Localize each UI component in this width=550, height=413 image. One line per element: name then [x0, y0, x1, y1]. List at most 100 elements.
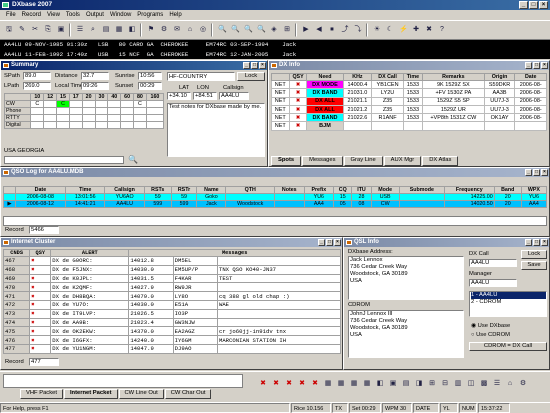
toolbar-icon[interactable]: 🔍 — [243, 24, 253, 34]
band-mode-cell[interactable]: C — [30, 100, 45, 108]
band-mode-cell[interactable] — [56, 107, 70, 115]
band-mode-cell[interactable] — [107, 100, 122, 108]
band-mode-cell[interactable] — [43, 114, 58, 122]
cluster-row[interactable]: 475 ✖ DX de OK2EKW: 14370.0 EA2AGZ cr jo60jj-… — [2, 326, 342, 337]
band-mode-cell[interactable] — [107, 121, 122, 129]
bottom-toolbar-icon[interactable]: ✖ — [258, 378, 268, 388]
terminal-tab[interactable]: CW Line Out — [118, 389, 164, 399]
column-header[interactable]: CNDS — [2, 249, 31, 257]
cluster-record-field[interactable]: 477 — [29, 358, 59, 366]
dxinfo-row[interactable]: NET ✖ DX MODE 14000.4 YB1CEN 1533 9K 1529Z SX S… — [271, 79, 547, 90]
qsolog-record-field[interactable]: 5466 — [29, 226, 59, 234]
toolbar-icon[interactable]: ✖ — [424, 24, 434, 34]
toolbar-icon[interactable]: ◀ — [314, 24, 324, 34]
close-button[interactable]: × — [541, 169, 548, 176]
column-header[interactable]: Remarks — [422, 73, 485, 81]
bottom-toolbar-icon[interactable]: ▦ — [362, 378, 372, 388]
band-mode-cell[interactable] — [81, 100, 96, 108]
toolbar-icon[interactable]: ⎘ — [43, 24, 53, 34]
band-mode-cell[interactable] — [94, 107, 109, 115]
bottom-toolbar-icon[interactable]: ⊞ — [427, 378, 437, 388]
band-mode-cell[interactable] — [120, 100, 135, 108]
list-item[interactable]: 2 - CDROM — [471, 299, 546, 306]
column-header[interactable]: Messages — [128, 249, 341, 257]
dxinfo-tab[interactable]: Gray Line — [343, 156, 383, 166]
bottom-toolbar-icon[interactable]: ✖ — [271, 378, 281, 388]
bottom-toolbar-icon[interactable]: ⚙ — [518, 378, 528, 388]
column-header[interactable]: Time — [65, 186, 106, 194]
toolbar-icon[interactable]: ⌂ — [185, 24, 195, 34]
menu-output[interactable]: Output — [83, 10, 107, 20]
minimize-button[interactable]: _ — [243, 62, 250, 69]
dxinfo-tab[interactable]: AUX Mgr — [383, 156, 422, 166]
cluster-row[interactable]: 470 ✖ DX de K2QMF: 14027.9 RW9JR — [2, 282, 342, 293]
band-mode-cell[interactable] — [145, 114, 165, 122]
column-header[interactable]: Name — [196, 186, 227, 194]
bottom-toolbar-icon[interactable]: ✖ — [297, 378, 307, 388]
dxinfo-row[interactable]: NET ✖ DX BAND 21022.6 R1ANF 1533 +VP8th 1531Z … — [271, 113, 547, 123]
bottom-toolbar-icon[interactable]: ▦ — [323, 378, 333, 388]
callsign-search-input[interactable] — [4, 156, 124, 164]
band-mode-cell[interactable] — [30, 114, 45, 122]
column-header[interactable]: Date — [14, 186, 67, 194]
band-mode-cell[interactable] — [94, 121, 109, 129]
bottom-toolbar-icon[interactable]: ▣ — [388, 378, 398, 388]
toolbar-icon[interactable]: ? — [437, 24, 447, 34]
toolbar-icon[interactable]: ⚑ — [146, 24, 156, 34]
band-mode-cell[interactable] — [94, 114, 109, 122]
cluster-row[interactable]: 471 ✖ DX de DH8BQA: 14079.0 LY8O cq 388 gl ol… — [2, 291, 342, 301]
bottom-toolbar-icon[interactable]: ⌂ — [505, 378, 515, 388]
band-mode-cell[interactable] — [68, 107, 83, 115]
terminal-tab[interactable]: VHF Packet — [20, 389, 63, 399]
toolbar-icon[interactable]: ✉ — [172, 24, 182, 34]
menu-file[interactable]: File — [3, 10, 19, 20]
terminal-tab[interactable]: CW Char Out — [164, 389, 212, 399]
column-header[interactable]: RSTr — [170, 186, 198, 194]
menu-view[interactable]: View — [44, 10, 63, 20]
dxinfo-row[interactable]: NET ✖ DX BAND 21031.0 LY2U 1533 +FV 1530Z PA AA… — [271, 88, 547, 98]
bottom-toolbar-icon[interactable]: ✖ — [284, 378, 294, 388]
close-button[interactable]: × — [259, 62, 266, 69]
dxbase-address-field[interactable]: Jack Lennox 736 Cedar Creek Way Woodstock,… — [348, 256, 464, 300]
toolbar-icon[interactable]: ▶ — [301, 24, 311, 34]
dxinfo-row[interactable]: NET ✖ BJM — [271, 121, 547, 131]
minimize-button[interactable]: _ — [318, 239, 325, 246]
band-mode-cell[interactable] — [43, 121, 58, 129]
bottom-toolbar-icon[interactable]: ▦ — [336, 378, 346, 388]
bottom-toolbar-icon[interactable]: ▥ — [453, 378, 463, 388]
bottom-toolbar-icon[interactable]: ◨ — [414, 378, 424, 388]
maximize-button[interactable]: □ — [533, 169, 540, 176]
menu-help[interactable]: Help — [166, 10, 184, 20]
column-header[interactable]: Need — [306, 73, 344, 81]
qsl-lock-button[interactable]: Lock — [521, 250, 547, 259]
notes-textarea[interactable]: Test notes for DXbase made by me. — [167, 103, 265, 157]
toolbar-icon[interactable]: ✎ — [17, 24, 27, 34]
column-header[interactable] — [271, 73, 290, 81]
band-mode-cell[interactable] — [43, 100, 58, 108]
spot-line[interactable]: AA4LU 09-NOV-1985 01:30z LSB 80 CARO GA … — [4, 40, 550, 50]
country-select[interactable]: HF-COUNTRY — [167, 72, 235, 81]
dxinfo-tab[interactable]: DX Atlas — [422, 156, 459, 166]
close-button[interactable]: × — [541, 62, 548, 69]
lock-button[interactable]: Lock — [237, 72, 265, 81]
cluster-row[interactable]: 473 ✖ DX de IT9LVP: 21026.5 IO3P — [2, 308, 342, 319]
packet-terminal-area[interactable] — [3, 374, 243, 388]
callsign-field[interactable]: AA4LU — [219, 92, 249, 100]
toolbar-icon[interactable]: ⤵ — [353, 24, 363, 34]
toolbar-icon[interactable]: ✂ — [30, 24, 40, 34]
maximize-button[interactable]: □ — [533, 62, 540, 69]
column-header[interactable]: WPX — [520, 186, 548, 194]
binoculars-icon[interactable]: 🔍 — [128, 155, 138, 164]
dxinfo-row[interactable]: NET ✖ DX ALL 21021.2 Z35 1533 1529Z UR UU7J-3 20… — [271, 104, 547, 115]
band-mode-cell[interactable]: C — [133, 100, 147, 108]
band-mode-cell[interactable] — [145, 107, 165, 115]
qsl-source-list[interactable]: 1 - AA4LU 2 - CDROM — [469, 291, 547, 317]
toolbar-icon[interactable]: ⚙ — [159, 24, 169, 34]
band-mode-cell[interactable] — [120, 107, 135, 115]
qsolog-row[interactable]: ▶ 2006-08-12 14:41:21 AA4LU 599 599 Jack Woodst… — [3, 200, 548, 208]
toolbar-icon[interactable]: ☰ — [75, 24, 85, 34]
cluster-row[interactable]: 467 ✖ DX de G0ORC: 14012.8 DM5EL — [2, 256, 342, 266]
band-mode-cell[interactable] — [30, 121, 45, 129]
bottom-toolbar-icon[interactable]: ☰ — [492, 378, 502, 388]
menu-tools[interactable]: Tools — [63, 10, 83, 20]
